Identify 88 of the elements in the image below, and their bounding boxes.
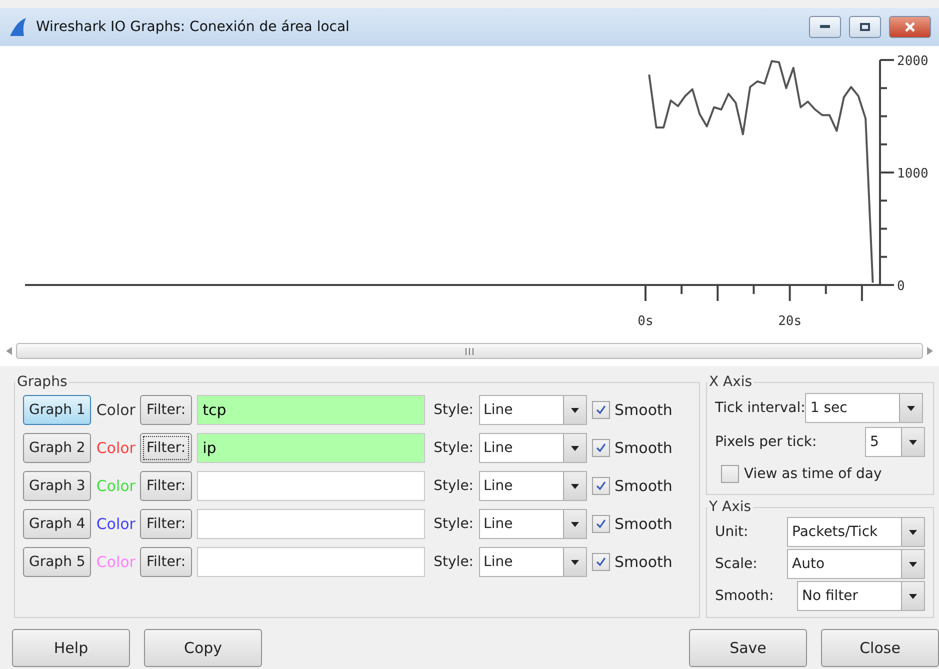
dialog-button[interactable]: Close <box>821 629 939 667</box>
style-label: Style: <box>434 478 474 494</box>
smooth-label: Smooth <box>614 401 672 419</box>
style-select[interactable]: Line <box>478 509 587 539</box>
checkbox[interactable] <box>592 515 610 533</box>
field-label: Unit: <box>715 524 748 540</box>
dialog-button[interactable]: Help <box>12 629 130 667</box>
style-select[interactable]: Line <box>478 395 587 425</box>
graph-button[interactable]: Graph 3 <box>23 471 92 501</box>
graph-button[interactable]: Graph 1 <box>23 395 92 425</box>
field-label: Pixels per tick: <box>715 434 817 450</box>
dropdown-arrow-icon <box>909 594 917 598</box>
fin-icon <box>8 18 28 36</box>
y-tick-label: 1000 <box>897 166 928 182</box>
pixels-per-tick-select[interactable]: 5 <box>865 427 925 457</box>
filter-button[interactable]: Filter: <box>140 433 192 463</box>
style-select[interactable]: Line <box>478 471 587 501</box>
smooth-label: Smooth <box>614 515 672 533</box>
tick-interval-select[interactable]: 1 sec <box>805 393 924 423</box>
field-label: Tick interval: <box>715 400 806 416</box>
checkmark-icon <box>596 519 606 529</box>
checkbox[interactable] <box>592 477 610 495</box>
filter-field[interactable]: tcp <box>196 395 425 425</box>
checkmark-icon <box>596 443 606 453</box>
style-label: Style: <box>434 516 474 532</box>
dropdown-arrow-icon <box>570 522 579 526</box>
checkmark-icon <box>596 481 606 491</box>
style-label: Style: <box>434 440 474 456</box>
style-select[interactable]: Line <box>478 547 587 577</box>
dropdown-select[interactable]: Auto <box>787 549 925 579</box>
graph-button[interactable]: Graph 4 <box>23 509 92 539</box>
checkbox[interactable] <box>592 401 610 419</box>
maximize-icon <box>860 23 870 31</box>
filter-button[interactable]: Filter: <box>140 509 192 539</box>
minimize-icon <box>820 25 830 29</box>
x-tick-label: 0s <box>638 314 654 329</box>
field-label: Scale: <box>715 556 758 572</box>
filter-button[interactable]: Filter: <box>140 395 192 425</box>
filter-field[interactable]: ip <box>196 433 425 463</box>
filter-button[interactable]: Filter: <box>140 547 192 577</box>
dropdown-arrow-icon <box>909 440 917 444</box>
smooth-label: Smooth <box>614 553 672 571</box>
dropdown-arrow-icon <box>570 484 579 488</box>
dropdown-arrow-icon <box>907 406 916 410</box>
scroll-left-icon[interactable] <box>6 347 12 355</box>
scrollbar-thumb[interactable] <box>16 343 923 359</box>
dropdown-select[interactable]: Packets/Tick <box>787 517 925 547</box>
checkbox[interactable] <box>721 465 739 483</box>
graph-button[interactable]: Graph 2 <box>23 433 92 463</box>
dialog-button[interactable]: Save <box>689 629 807 667</box>
color-label[interactable]: Color <box>96 401 136 419</box>
y-tick-label: 2000 <box>897 54 928 69</box>
group-title: X Axis <box>708 374 754 390</box>
dropdown-arrow-icon <box>570 408 579 412</box>
filter-field[interactable] <box>196 471 425 501</box>
checkbox[interactable] <box>592 439 610 457</box>
checkbox[interactable] <box>592 553 610 571</box>
close-icon <box>905 22 915 32</box>
scroll-right-icon[interactable] <box>927 347 933 355</box>
grip-icon <box>465 348 474 354</box>
dropdown-arrow-icon <box>909 562 917 566</box>
graph-button[interactable]: Graph 5 <box>23 547 92 577</box>
checkmark-icon <box>596 405 606 415</box>
x-tick-label: 20s <box>778 314 802 329</box>
filter-button[interactable]: Filter: <box>140 471 192 501</box>
dropdown-arrow-icon <box>570 560 579 564</box>
color-label[interactable]: Color <box>96 515 136 533</box>
smooth-label: Smooth <box>614 439 672 457</box>
checkbox-label: View as time of day <box>744 466 882 482</box>
style-label: Style: <box>434 402 474 418</box>
y-tick-label: 0 <box>897 279 905 294</box>
dropdown-arrow-icon <box>570 446 579 450</box>
dropdown-arrow-icon <box>909 530 917 534</box>
checkmark-icon <box>596 557 606 567</box>
field-label: Smooth: <box>715 588 774 604</box>
window-title: Wireshark IO Graphs: Conexión de área local <box>36 19 350 35</box>
dialog-button[interactable]: Copy <box>144 629 262 667</box>
close-button[interactable] <box>889 16 931 38</box>
filter-field[interactable] <box>196 509 425 539</box>
maximize-button[interactable] <box>849 16 881 38</box>
group-title: Graphs <box>16 374 68 390</box>
smooth-label: Smooth <box>614 477 672 495</box>
style-select[interactable]: Line <box>478 433 587 463</box>
style-label: Style: <box>434 554 474 570</box>
filter-field[interactable] <box>196 547 425 577</box>
minimize-button[interactable] <box>809 16 841 38</box>
group-title: Y Axis <box>708 499 752 515</box>
dropdown-select[interactable]: No filter <box>797 581 925 611</box>
